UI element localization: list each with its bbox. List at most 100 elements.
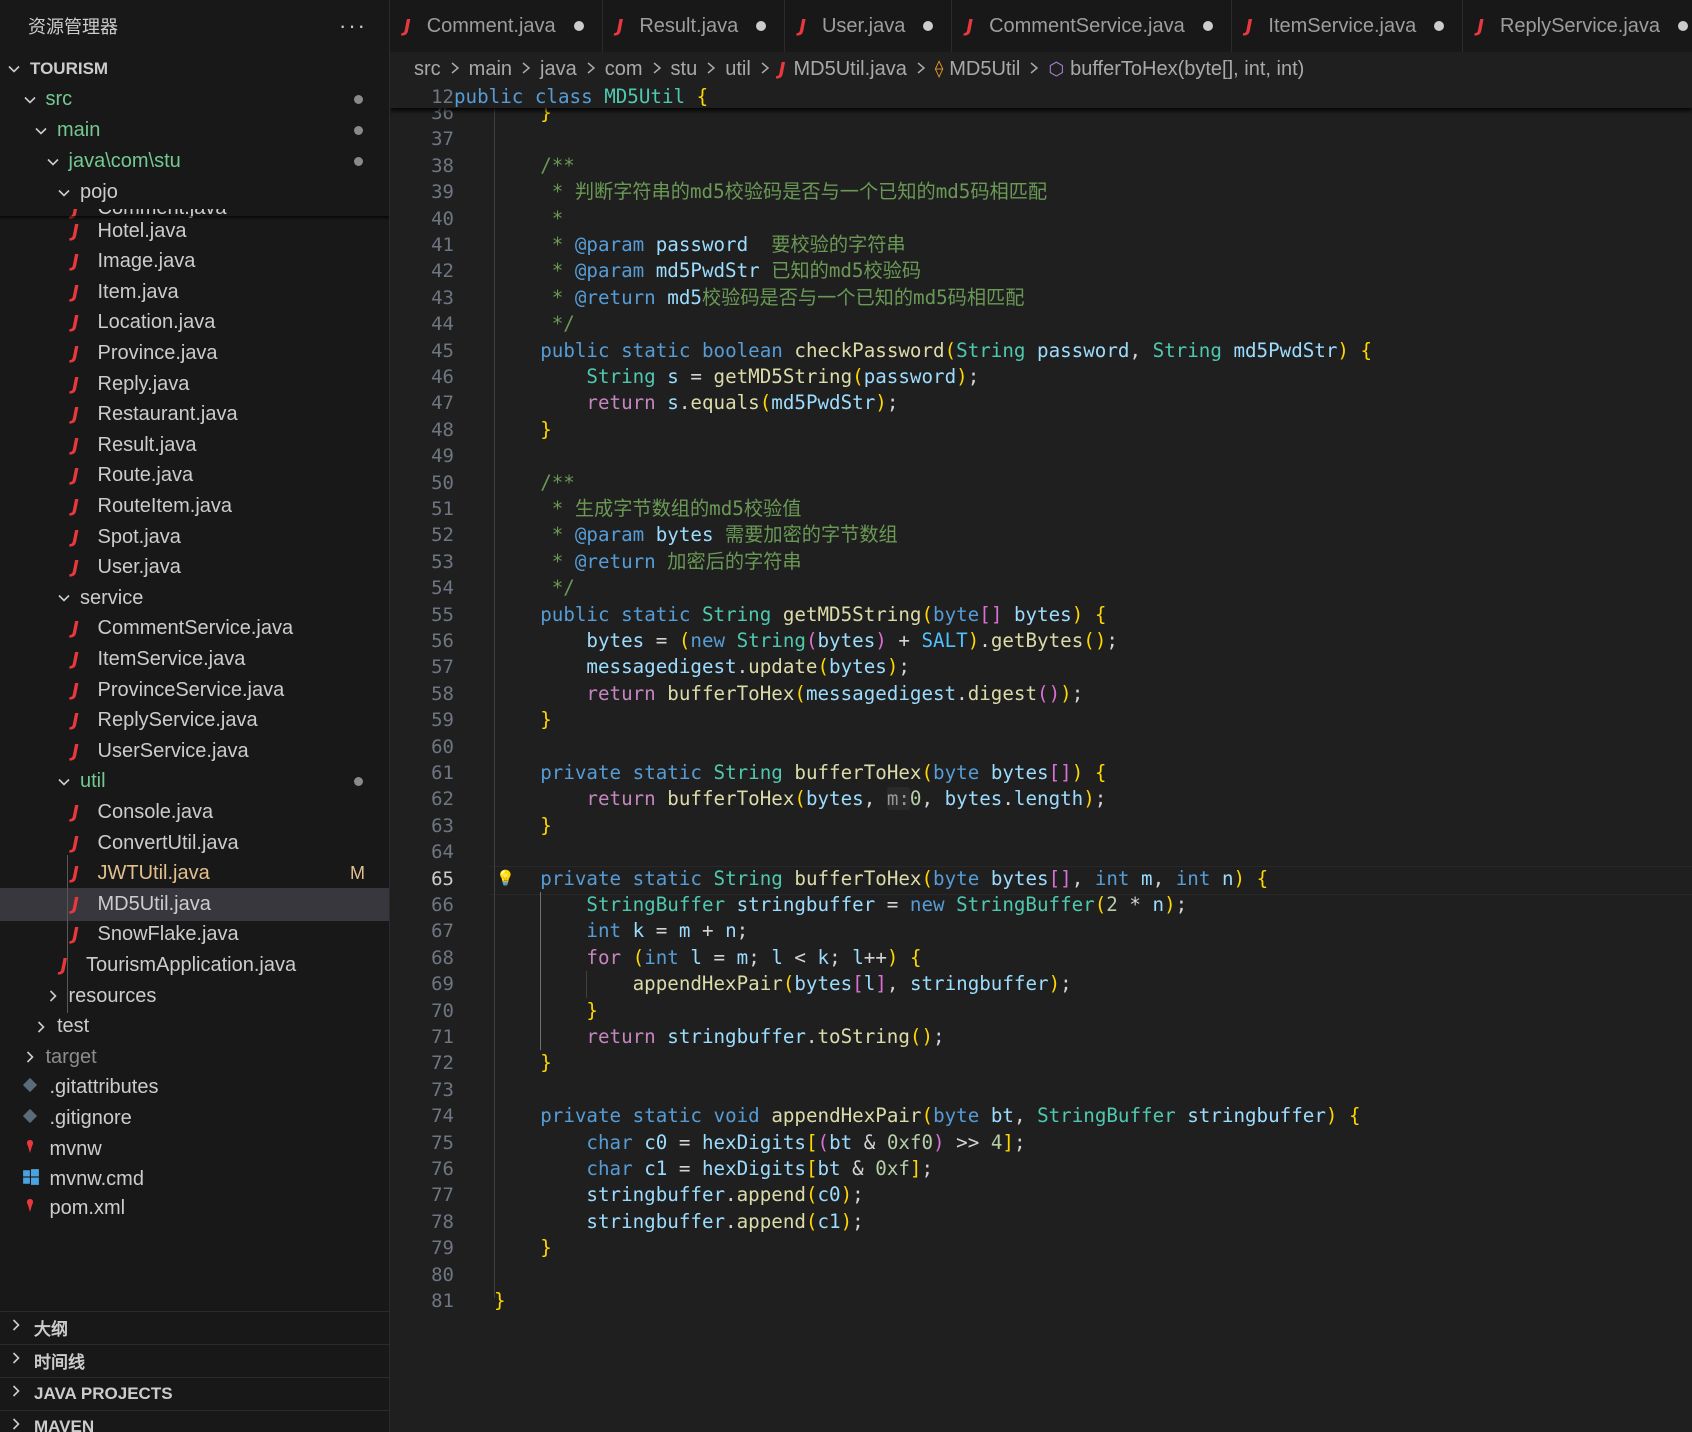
tree-item[interactable]: J UserService.java [0,735,389,768]
panel-header[interactable]: MAVEN [0,1410,389,1432]
chevron-right-icon[interactable] [8,1383,24,1404]
editor-tab[interactable]: J User.java [785,0,953,52]
chevron-down-icon[interactable] [6,61,22,77]
chevron-right-icon[interactable] [33,1019,49,1035]
chevron-down-icon[interactable] [45,154,61,170]
code-line[interactable]: 44 */ [390,311,1692,337]
code-line[interactable]: 54 */ [390,575,1692,601]
tree-item[interactable]: J CommentService.java [0,612,389,645]
code-line[interactable]: 75 char c0 = hexDigits[(bt & 0xf0) >> 4]… [390,1130,1692,1156]
code-line[interactable]: 53 * @return 加密后的字符串 [390,549,1692,575]
code-line[interactable]: 78 stringbuffer.append(c1); [390,1209,1692,1235]
code-editor[interactable]: 36 } 37 38 /** 39 * 判断字符串的md5校验码是否与一个已知的md5… [390,86,1692,1432]
tree-item[interactable]: J RouteItem.java [0,490,389,523]
code-line[interactable]: 38 /** [390,153,1692,179]
panel-header[interactable]: 时间线 [0,1344,389,1376]
code-line[interactable]: 58 return bufferToHex(messagedigest.dige… [390,681,1692,707]
tree-item[interactable]: .gitignore [0,1102,389,1135]
code-line[interactable]: 64 [390,839,1692,865]
code-line[interactable]: 41 * @param password 要校验的字符串 [390,232,1692,258]
code-line[interactable]: 62 return bufferToHex(bytes, m:0, bytes.… [390,786,1692,812]
code-line[interactable]: 81} [390,1288,1692,1314]
tree-item[interactable]: J Restaurant.java [0,398,389,431]
breadcrumb-item[interactable]: MD5Util [949,58,1020,81]
code-line[interactable]: 63 } [390,813,1692,839]
editor-tab[interactable]: J CommentService.java [952,0,1232,52]
breadcrumb-item[interactable]: com [605,58,643,81]
code-line[interactable]: 43 * @return md5校验码是否与一个已知的md5码相匹配 [390,285,1692,311]
breadcrumb-item[interactable]: stu [671,58,698,81]
tree-item[interactable]: J Route.java [0,459,389,492]
unsaved-dot-icon[interactable] [1678,21,1689,31]
tree-item[interactable]: J SnowFlake.java [0,918,389,951]
tree-item[interactable]: J JWTUtil.java M [0,857,389,890]
tree-item[interactable]: pom.xml [0,1194,389,1224]
tree-item[interactable]: J Location.java [0,306,389,339]
code-line[interactable]: 48 } [390,417,1692,443]
code-line[interactable]: 70 } [390,998,1692,1024]
tree-item[interactable]: target [0,1041,389,1074]
tree-item[interactable]: J TourismApplication.java [0,949,389,982]
code-line[interactable]: 68 for (int l = m; l < k; l++) { [390,945,1692,971]
code-line[interactable]: 74 private static void appendHexPair(byt… [390,1103,1692,1129]
editor-tab[interactable]: J ReplyService.java [1463,0,1692,52]
chevron-down-icon[interactable] [56,590,72,606]
code-line[interactable]: 50 /** [390,470,1692,496]
code-line[interactable]: 79 } [390,1235,1692,1261]
code-line[interactable]: 56 bytes = (new String(bytes) + SALT).ge… [390,628,1692,654]
tree-item[interactable]: src [0,83,389,116]
code-line[interactable]: 39 * 判断字符串的md5校验码是否与一个已知的md5码相匹配 [390,179,1692,205]
tree-item[interactable]: main [0,114,389,147]
tree-item[interactable]: TOURISM [0,52,389,85]
tree-item[interactable]: J Result.java [0,429,389,462]
tree-item[interactable]: J Reply.java [0,368,389,401]
chevron-down-icon[interactable] [22,92,38,108]
code-line[interactable]: 49 [390,443,1692,469]
unsaved-dot-icon[interactable] [1202,21,1213,31]
chevron-right-icon[interactable] [8,1350,24,1371]
tree-item[interactable]: J ProvinceService.java [0,674,389,707]
code-line[interactable]: 💡 65 private static String bufferToHex(by… [390,865,1692,895]
sticky-scroll-line[interactable]: 12 public class MD5Util { [390,86,1692,108]
chevron-right-icon[interactable] [22,1049,38,1065]
tree-item[interactable]: J ConvertUtil.java [0,827,389,860]
panel-header[interactable]: 大纲 [0,1311,389,1343]
code-line[interactable]: 67 int k = m + n; [390,918,1692,944]
chevron-down-icon[interactable] [56,774,72,790]
tree-item[interactable]: java\com\stu [0,145,389,178]
code-line[interactable]: 71 return stringbuffer.toString(); [390,1024,1692,1050]
breadcrumb-item[interactable]: MD5Util.java [794,58,907,81]
panel-header[interactable]: JAVA PROJECTS [0,1377,389,1409]
unsaved-dot-icon[interactable] [1434,21,1445,31]
lightbulb-icon[interactable]: 💡 [496,869,515,887]
code-line[interactable]: 73 [390,1077,1692,1103]
breadcrumb-item[interactable]: util [725,58,751,81]
tree-item[interactable]: J ReplyService.java [0,704,389,737]
code-line[interactable]: 40 * [390,206,1692,232]
unsaved-dot-icon[interactable] [756,21,767,31]
code-line[interactable]: 72 } [390,1050,1692,1076]
editor-tab[interactable]: J Comment.java [390,0,603,52]
tree-item[interactable]: J Item.java [0,276,389,309]
code-line[interactable]: 45 public static boolean checkPassword(S… [390,338,1692,364]
tree-item[interactable]: test [0,1010,389,1043]
code-line[interactable]: 60 [390,734,1692,760]
code-line[interactable]: 59 } [390,707,1692,733]
tree-item[interactable]: J Image.java [0,245,389,278]
tree-item[interactable]: J ItemService.java [0,643,389,676]
breadcrumb-item[interactable]: java [540,58,577,81]
code-line[interactable]: 37 [390,126,1692,152]
chevron-right-icon[interactable] [45,988,61,1004]
chevron-down-icon[interactable] [33,123,49,139]
chevron-down-icon[interactable] [56,185,72,201]
tree-item[interactable]: mvnw.cmd [0,1163,389,1196]
tree-item[interactable]: service [0,582,389,615]
chevron-right-icon[interactable] [8,1317,24,1338]
code-line[interactable]: 77 stringbuffer.append(c0); [390,1182,1692,1208]
code-line[interactable]: 51 * 生成字节数组的md5校验值 [390,496,1692,522]
code-line[interactable]: 66 StringBuffer stringbuffer = new Strin… [390,892,1692,918]
tree-item[interactable]: J User.java [0,551,389,584]
tree-item[interactable]: J Console.java [0,796,389,829]
code-line[interactable]: 76 char c1 = hexDigits[bt & 0xf]; [390,1156,1692,1182]
tree-item[interactable]: mvnw [0,1133,389,1166]
